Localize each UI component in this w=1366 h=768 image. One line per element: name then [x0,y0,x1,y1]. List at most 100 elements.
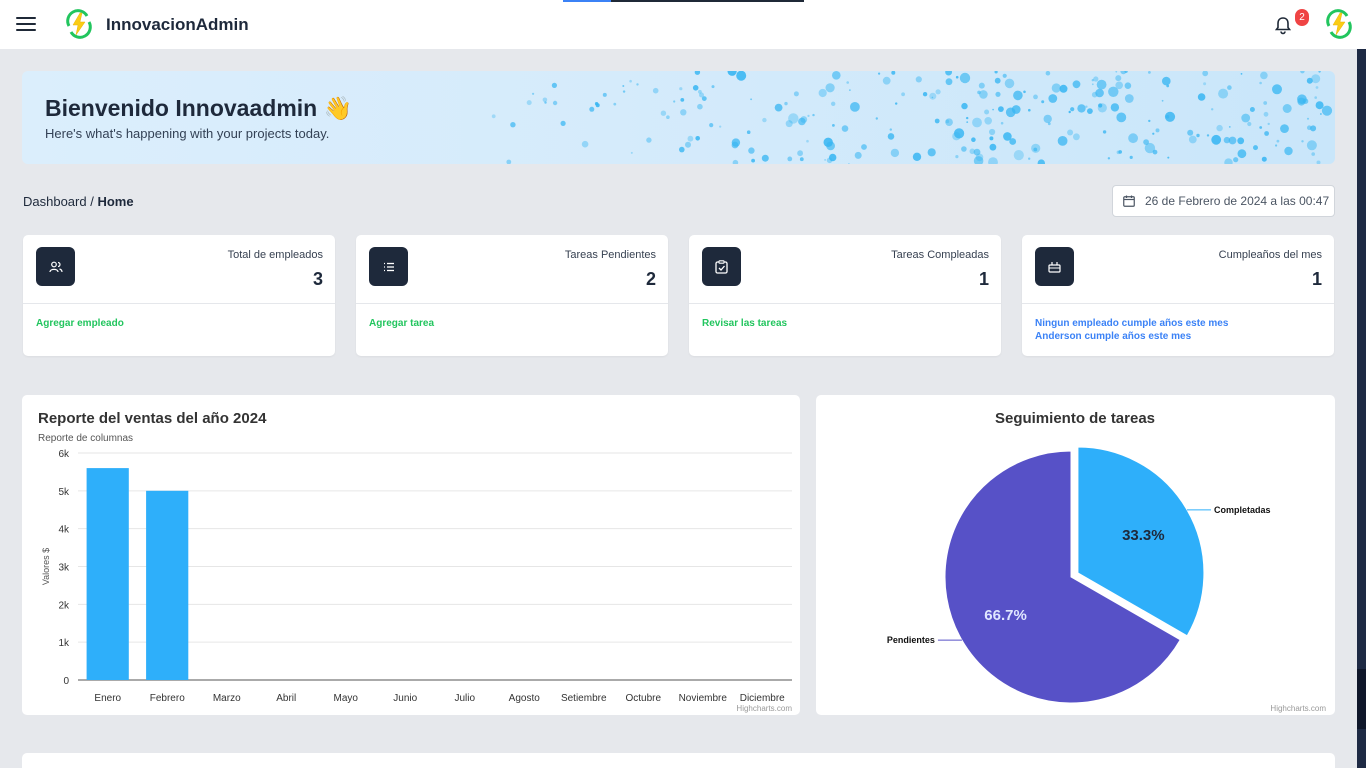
task-pie-chart: Seguimiento de tareas 33.3% Completadas 66.… [887,410,1326,713]
bubble-dot [1314,96,1317,99]
bar-enero[interactable] [86,468,129,680]
welcome-subtitle: Here's what's happening with your projec… [45,126,330,141]
bar-febrero[interactable] [146,490,189,680]
bubble-dot [692,85,699,91]
scrollbar[interactable] [1357,49,1366,768]
bubble-dot [988,157,998,164]
chart-title: Reporte del ventas del año 2024 [38,410,267,427]
bubble-dot [807,114,810,117]
bubble-dot [1202,71,1209,77]
menu-icon[interactable] [16,14,36,34]
card-label: Cumpleaños del mes [1218,249,1322,261]
bubble-dot [1267,122,1270,126]
card-label: Tareas Compleadas [891,249,989,261]
bubble-dot [1116,150,1121,155]
bubble-dot [748,147,755,154]
bubble-dot [832,124,835,127]
card-value: 1 [1311,269,1322,289]
bubble-dot [854,151,862,159]
bubble-dot [994,77,1001,84]
x-tick-label: Marzo [213,693,241,704]
avatar[interactable] [1323,8,1355,40]
bubble-dot [1011,105,1021,114]
birthday-none-text: Ningun empleado cumple años este mes [1035,318,1229,329]
bubble-dot [922,92,928,97]
bubble-dot [998,106,1004,112]
bubble-dot [972,117,982,128]
bubble-dot [818,88,827,98]
bubble-dot [589,106,595,112]
bubble-dot [594,102,599,106]
bubble-dot [526,100,532,106]
bubble-dot [552,100,558,106]
bubble-dot [955,75,959,79]
bubble-dot [544,101,547,104]
bubble-dot [1067,129,1074,136]
bubble-dot [652,87,659,94]
pie-percent-label: 66.7% [984,607,1027,624]
bubble-dot [491,114,496,119]
bubble-dot [1318,71,1321,73]
bubble-dot [551,82,558,88]
bubble-dot [1301,140,1304,143]
bubble-dot [1048,94,1058,103]
bubble-dot [1045,71,1051,76]
bubble-dot [1070,107,1075,112]
bubble-dot [1321,105,1333,116]
bubble-dot [1206,134,1210,137]
x-tick-label: Enero [94,693,121,704]
bubble-dot [1188,135,1197,144]
review-tasks-link[interactable]: Revisar las tareas [702,318,787,329]
y-axis-label: Valores $ [41,548,51,585]
bubble-dot [971,137,976,142]
chart-credit[interactable]: Highcharts.com [1270,704,1326,713]
bubble-dot [850,102,860,112]
users-icon [36,247,75,286]
bubble-dot [984,117,992,125]
bubble-dot [622,85,625,87]
add-task-link[interactable]: Agregar tarea [369,318,434,329]
card-value: 1 [978,269,989,289]
bubble-dot [945,78,953,86]
bubble-dot [1253,145,1258,151]
x-tick-label: Agosto [509,693,541,704]
top-navbar: InnovacionAdmin 2 [0,0,1366,49]
notification-badge: 2 [1295,9,1309,26]
bubble-dot [1033,94,1038,100]
bubble-dot [1240,73,1243,75]
bubble-dot [966,116,969,120]
card-total-employees: Total de empleados 3 Agregar empleado [23,235,335,356]
bubble-dot [1155,128,1160,133]
breadcrumb-parent[interactable]: Dashboard [23,194,87,209]
x-tick-label: Junio [393,693,417,704]
x-tick-label: Julio [454,693,475,704]
x-tick-label: Febrero [150,693,185,704]
bubble-dot [581,140,589,148]
bubble-dot [832,71,841,80]
bubble-dot [969,148,976,155]
bubble-dot [1211,108,1214,111]
welcome-title: Bienvenido Innovaadmin 👋 [45,95,353,121]
bubble-dot [1227,85,1232,90]
bubble-dot [849,89,851,91]
add-employee-link[interactable]: Agregar empleado [36,318,124,329]
bubble-dot [727,71,737,76]
bubble-dot [1072,80,1081,89]
bell-icon[interactable] [1273,15,1293,35]
chart-credit[interactable]: Highcharts.com [736,704,792,713]
bubble-dot [826,157,833,164]
bubble-dot [1107,157,1111,160]
bubble-dot [1013,150,1024,161]
bubble-dot [955,155,959,159]
bubble-dot [732,159,739,164]
bubble-dot [1033,147,1038,152]
bubble-dot [1315,101,1324,110]
bubble-dot [978,82,985,89]
bubble-dot [812,113,815,117]
bubble-dot [666,115,670,119]
pie-slice-label: Completadas [1214,505,1271,515]
bubble-dot [1115,71,1118,73]
bubble-dot [934,118,940,124]
bubble-dot [1028,157,1031,160]
bubble-dot [793,91,799,97]
